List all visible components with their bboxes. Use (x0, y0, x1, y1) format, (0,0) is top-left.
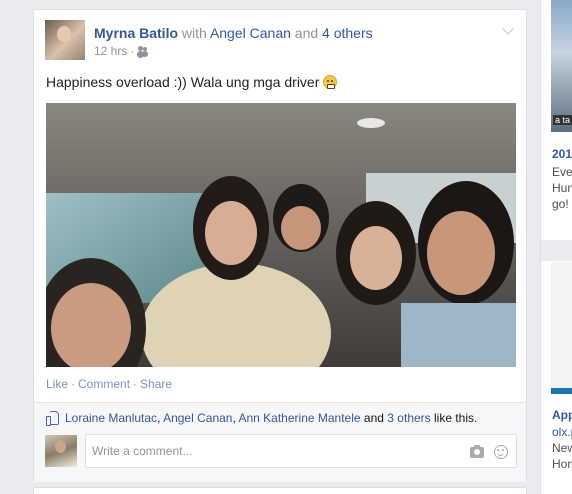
comment-box[interactable] (85, 434, 517, 468)
friends-icon[interactable] (137, 46, 149, 56)
camera-icon[interactable] (470, 445, 484, 458)
sidebar-ad-text: Eve Hun go! (552, 165, 572, 211)
likes-suffix-text: like this. (434, 410, 478, 425)
comment-composer (34, 432, 526, 482)
author-avatar[interactable] (45, 20, 85, 60)
sidebar-ad-title[interactable]: App (552, 408, 572, 422)
sidebar-divider (541, 240, 572, 261)
post-author-line: Myrna Batilo with Angel Canan and 4 othe… (94, 24, 373, 42)
chevron-down-icon[interactable] (501, 24, 515, 38)
post-message: Happiness overload :)) Wala ung mga driv… (46, 73, 338, 91)
right-sidebar: a ta 201 Eve Hun go! App olx.p New Hom (540, 0, 572, 494)
likes-and-text: and (363, 410, 384, 425)
action-separator: · (133, 377, 138, 391)
comment-link[interactable]: Comment (78, 377, 130, 391)
grimace-emoji-icon (323, 75, 338, 89)
sidebar-ad-text: olx.p New Hom (552, 425, 572, 471)
ad-image-caption: a ta (553, 115, 572, 125)
liker-link[interactable]: Angel Canan (163, 411, 232, 425)
sidebar-ad-image[interactable] (551, 262, 572, 394)
emoji-picker-icon[interactable] (494, 445, 508, 459)
liker-link[interactable]: Loraine Manlutac (65, 411, 157, 425)
like-link[interactable]: Like (46, 377, 68, 391)
tagged-friend-link[interactable]: Angel Canan (210, 25, 291, 41)
share-link[interactable]: Share (140, 377, 172, 391)
action-separator: · (71, 377, 76, 391)
post-message-text: Happiness overload :)) Wala ung mga driv… (46, 74, 320, 90)
comment-input[interactable] (86, 435, 456, 467)
post-header: Myrna Batilo with Angel Canan and 4 othe… (45, 20, 515, 62)
like-thumb-icon (46, 411, 60, 426)
post-photo[interactable] (46, 103, 516, 367)
liker-link[interactable]: Ann Katherine Mantele (238, 411, 360, 425)
post-actions: Like · Comment · Share (46, 377, 172, 391)
meta-separator: · (130, 44, 135, 58)
feed-post: Myrna Batilo with Angel Canan and 4 othe… (33, 9, 527, 482)
sidebar-ad-title[interactable]: 201 (552, 147, 572, 161)
tagged-others-link[interactable]: 4 others (322, 25, 373, 41)
likes-summary: Loraine Manlutac, Angel Canan, Ann Kathe… (34, 402, 526, 432)
sidebar-ad-image[interactable] (551, 0, 572, 132)
next-feed-post (33, 487, 527, 494)
author-name-link[interactable]: Myrna Batilo (94, 25, 178, 41)
and-text: and (294, 25, 319, 41)
post-timestamp[interactable]: 12 hrs (94, 44, 127, 58)
with-text: with (181, 25, 207, 41)
likes-others-link[interactable]: 3 others (387, 411, 430, 425)
viewer-avatar[interactable] (45, 435, 77, 467)
post-meta: 12 hrs · (94, 44, 149, 58)
